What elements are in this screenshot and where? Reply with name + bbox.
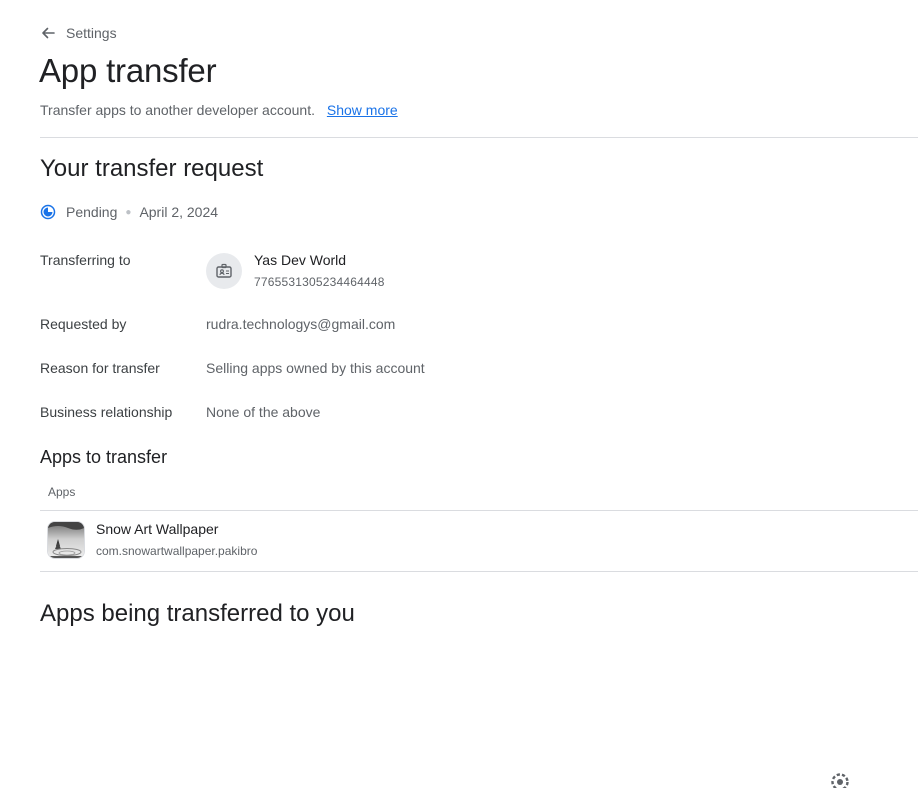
requested-by-value: rudra.technologys@gmail.com	[206, 316, 396, 332]
relationship-label: Business relationship	[40, 404, 173, 420]
incoming-transfers-title: Apps being transferred to you	[40, 600, 355, 627]
arrow-back-icon[interactable]	[40, 25, 56, 41]
transferring-to-label: Transferring to	[40, 252, 131, 268]
apps-column-header: Apps	[48, 485, 76, 499]
reason-value: Selling apps owned by this account	[206, 360, 425, 376]
pending-clock-icon	[40, 204, 56, 220]
reason-label: Reason for transfer	[40, 360, 160, 376]
app-name[interactable]: Snow Art Wallpaper	[96, 521, 218, 537]
account-name: Yas Dev World	[254, 252, 347, 268]
requested-by-label: Requested by	[40, 316, 127, 332]
table-bottom-divider	[40, 571, 918, 572]
status-text: Pending	[66, 204, 118, 220]
snow-art-app-icon	[47, 521, 85, 559]
status-line: Pending ● April 2, 2024	[40, 203, 218, 221]
subtitle-text: Transfer apps to another developer accou…	[40, 102, 315, 118]
relationship-value: None of the above	[206, 404, 321, 420]
account-id: 7765531305234464448	[254, 275, 385, 289]
app-transfer-page: Settings App transfer Transfer apps to a…	[0, 0, 918, 788]
transfer-request-title: Your transfer request	[40, 155, 264, 182]
page-title: App transfer	[39, 52, 217, 89]
separator-dot: ●	[125, 206, 132, 218]
table-row[interactable]: Snow Art Wallpaper com.snowartwallpaper.…	[40, 511, 918, 571]
account-badge-icon	[206, 253, 242, 289]
breadcrumb-label[interactable]: Settings	[66, 25, 117, 41]
status-date: April 2, 2024	[139, 204, 219, 220]
divider	[40, 137, 918, 138]
feedback-gear-icon[interactable]	[829, 771, 851, 788]
app-package: com.snowartwallpaper.pakibro	[96, 544, 258, 558]
page-subtitle: Transfer apps to another developer accou…	[40, 102, 398, 118]
breadcrumb-back[interactable]: Settings	[40, 23, 117, 43]
apps-to-transfer-title: Apps to transfer	[40, 447, 168, 467]
show-more-link[interactable]: Show more	[327, 102, 398, 118]
